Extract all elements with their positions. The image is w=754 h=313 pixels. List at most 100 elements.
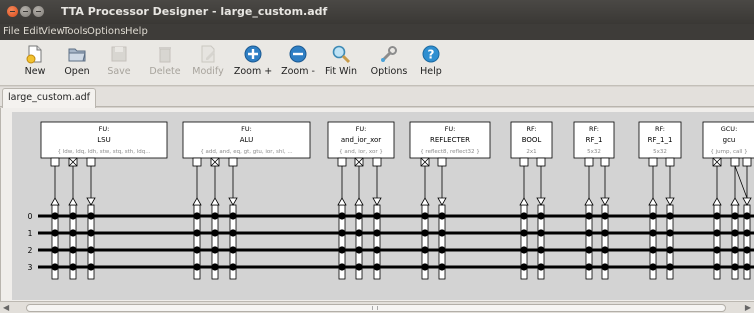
port-out-icon[interactable] — [584, 157, 594, 167]
socket[interactable] — [536, 197, 546, 280]
scroll-right-arrow-icon[interactable]: ▶ — [745, 303, 751, 312]
menu-help[interactable]: Help — [125, 26, 148, 37]
socket[interactable] — [354, 197, 364, 280]
port-in-icon[interactable] — [742, 157, 752, 167]
delete-button[interactable]: Delete — [142, 43, 188, 85]
bus-connection-dot — [373, 229, 381, 237]
menu-file[interactable]: File — [3, 26, 20, 37]
port-in-icon[interactable] — [86, 157, 96, 167]
socket[interactable] — [437, 197, 447, 280]
zoom-out-icon — [288, 44, 308, 64]
unit-name-label: ALU — [240, 136, 253, 144]
port-out-icon[interactable] — [50, 157, 60, 167]
scrollbar-thumb[interactable] — [26, 304, 726, 312]
unit-rf-1[interactable]: RF: RF_1 5x32 — [573, 121, 615, 159]
toolbar-label: Delete — [149, 66, 181, 77]
socket[interactable] — [192, 197, 202, 280]
close-window-icon[interactable] — [7, 6, 18, 17]
fit-win-button[interactable]: Fit Win — [318, 43, 364, 85]
port-trigger-icon[interactable] — [210, 157, 220, 167]
zoom-button[interactable]: Zoom - — [275, 43, 321, 85]
socket[interactable] — [742, 197, 752, 280]
help-icon: ? — [421, 44, 441, 64]
port-trigger-icon[interactable] — [712, 157, 722, 167]
bus-connection-dot — [69, 246, 77, 254]
unit-bool[interactable]: RF: BOOL 2x1 — [510, 121, 553, 159]
socket[interactable] — [50, 197, 60, 280]
bus-connection-dot — [211, 263, 219, 271]
socket[interactable] — [584, 197, 594, 280]
unit-lsu[interactable]: FU: LSU { ldw, ldq, ldh, stw, stq, sth, ld… — [40, 121, 168, 159]
port-in-icon[interactable] — [372, 157, 382, 167]
socket[interactable] — [68, 197, 78, 280]
socket[interactable] — [730, 197, 740, 280]
port-in-icon[interactable] — [600, 157, 610, 167]
port-out-icon[interactable] — [192, 157, 202, 167]
unit-alu[interactable]: FU: ALU { add, and, eq, gt, gtu, ior, shl,… — [182, 121, 311, 159]
design-canvas[interactable]: 0 1 2 3 FU: LSU { ldw, ldq, ldh, stw, stq, sth… — [0, 108, 754, 303]
port-out-icon[interactable] — [730, 157, 740, 167]
toolbar-label: Modify — [192, 66, 224, 77]
horizontal-scrollbar[interactable]: ◀ ▶ — [0, 301, 754, 313]
bus-connection-dot — [601, 263, 609, 271]
unit-reflecter[interactable]: FU: REFLECTER { reflect8, reflect32 } — [409, 121, 491, 159]
socket[interactable] — [519, 197, 529, 280]
menu-view[interactable]: View — [41, 26, 65, 37]
unit-and-ior-xor[interactable]: FU: and_ior_xor { and, ior, xor } — [327, 121, 395, 159]
save-button[interactable]: Save — [96, 43, 142, 85]
bus-connection-dot — [87, 229, 95, 237]
bus-connection-dot — [355, 263, 363, 271]
bus-connection-dot — [51, 212, 59, 220]
menu-options[interactable]: Options — [87, 26, 126, 37]
bus-connection-dot — [713, 212, 721, 220]
help-button[interactable]: ? Help — [408, 43, 454, 85]
bus-connection-dot — [338, 246, 346, 254]
options-button[interactable]: Options — [366, 43, 412, 85]
unit-name-label: BOOL — [522, 136, 542, 144]
port-in-icon[interactable] — [228, 157, 238, 167]
minimize-window-icon[interactable] — [20, 6, 31, 17]
port-in-icon[interactable] — [437, 157, 447, 167]
bus-connection-dot — [87, 212, 95, 220]
port-trigger-icon[interactable] — [354, 157, 364, 167]
port-out-icon[interactable] — [337, 157, 347, 167]
bus-connection-dot — [438, 263, 446, 271]
menu-tools[interactable]: Tools — [63, 26, 88, 37]
modify-button[interactable]: Modify — [185, 43, 231, 85]
toolbar-label: Help — [420, 66, 442, 77]
socket[interactable] — [665, 197, 675, 280]
unit-rf-1-1[interactable]: RF: RF_1_1 5x32 — [638, 121, 682, 159]
port-in-icon[interactable] — [536, 157, 546, 167]
socket[interactable] — [420, 197, 430, 280]
socket[interactable] — [712, 197, 722, 280]
bus-connection-dot — [731, 263, 739, 271]
tab-large-custom-adf[interactable]: large_custom.adf — [2, 88, 97, 108]
maximize-window-icon[interactable] — [33, 6, 44, 17]
machine-diagram[interactable]: 0 1 2 3 FU: LSU { ldw, ldq, ldh, stw, stq, sth… — [12, 112, 754, 300]
bus-connection-dot — [649, 229, 657, 237]
bus-label: 3 — [28, 263, 33, 272]
port-trigger-icon[interactable] — [68, 157, 78, 167]
socket[interactable] — [372, 197, 382, 280]
zoom-button[interactable]: Zoom + — [230, 43, 276, 85]
socket[interactable] — [210, 197, 220, 280]
socket[interactable] — [86, 197, 96, 280]
menu-edit[interactable]: Edit — [23, 26, 42, 37]
socket[interactable] — [228, 197, 238, 280]
scroll-left-arrow-icon[interactable]: ◀ — [3, 303, 9, 312]
unit-gcu[interactable]: GCU: gcu { jump, call } — [702, 121, 754, 159]
bus-connection-dot — [211, 229, 219, 237]
port-in-icon[interactable] — [665, 157, 675, 167]
port-out-icon[interactable] — [648, 157, 658, 167]
bus-connection-dot — [649, 212, 657, 220]
port-out-icon[interactable] — [519, 157, 529, 167]
socket[interactable] — [600, 197, 610, 280]
title-bar: TTA Processor Designer - large_custom.ad… — [0, 0, 754, 24]
new-button[interactable]: New — [12, 43, 58, 85]
socket[interactable] — [337, 197, 347, 280]
unit-ops-label: 5x32 — [653, 149, 667, 155]
port-trigger-icon[interactable] — [420, 157, 430, 167]
bus-connection-dot — [229, 246, 237, 254]
open-button[interactable]: Open — [54, 43, 100, 85]
socket[interactable] — [648, 197, 658, 280]
